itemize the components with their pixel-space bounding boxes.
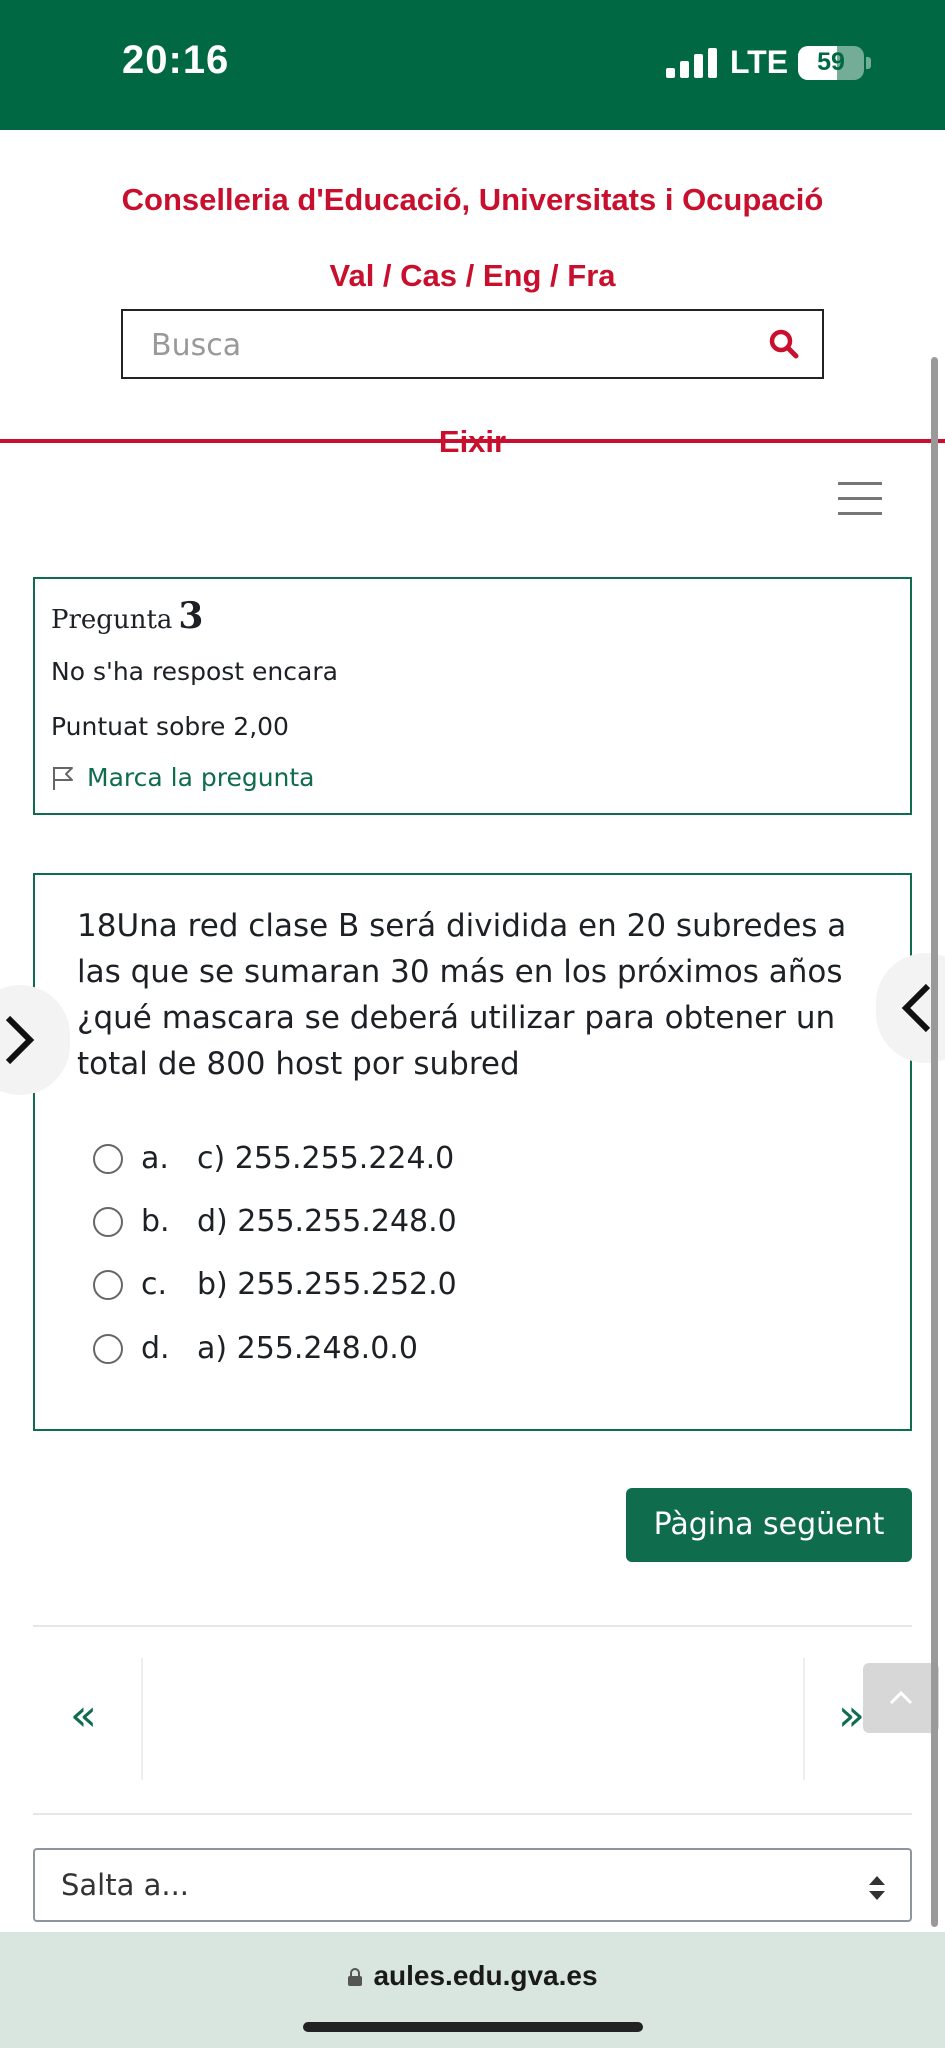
chevron-right-icon (5, 1015, 35, 1065)
back-to-top-button[interactable] (863, 1663, 939, 1733)
option-letter: d. (141, 1331, 170, 1366)
search-box (121, 309, 824, 379)
select-arrows-icon (869, 1876, 885, 1900)
network-type: LTE (730, 44, 789, 80)
flag-icon (53, 766, 73, 790)
battery-level: 59 (817, 48, 845, 76)
search-icon[interactable] (766, 326, 802, 362)
radio-button[interactable] (93, 1206, 123, 1237)
menu-icon[interactable] (838, 480, 882, 516)
option-letter: b. (141, 1204, 170, 1239)
option-text: d) 255.255.248.0 (197, 1204, 457, 1239)
question-heading: Pregunta 3 (51, 595, 203, 637)
divider (803, 1658, 805, 1780)
question-text: 18Una red clase B será dividida en 20 su… (77, 908, 847, 1082)
signal-strength-icon (666, 48, 718, 78)
divider (33, 1625, 912, 1627)
next-page-button[interactable]: Pàgina següent (626, 1488, 912, 1562)
status-bar: 20:16 LTE 59 (0, 0, 945, 130)
question-grade: Puntuat sobre 2,00 (51, 712, 289, 741)
option-text: a) 255.248.0.0 (197, 1331, 418, 1366)
battery-tip (866, 57, 871, 69)
divider (33, 1813, 912, 1815)
question-content-panel: 18Una red clase B será dividida en 20 su… (33, 873, 912, 1431)
scrollbar[interactable] (931, 357, 938, 1927)
url-display[interactable]: aules.edu.gva.es (0, 1960, 945, 1992)
answer-option-b[interactable]: b. d) 255.255.248.0 (93, 1204, 457, 1239)
question-label: Pregunta (51, 605, 173, 635)
search-input[interactable] (151, 323, 751, 367)
language-selector[interactable]: Val / Cas / Eng / Fra (0, 258, 945, 294)
radio-button[interactable] (93, 1143, 123, 1174)
flag-question-label: Marca la pregunta (87, 763, 315, 792)
jump-to-label: Salta a... (61, 1868, 190, 1902)
jump-to-select[interactable]: Salta a... (33, 1848, 912, 1922)
chevron-up-icon (889, 1690, 913, 1705)
question-info-panel: Pregunta 3 No s'ha respost encara Puntuat… (33, 577, 912, 815)
logout-link[interactable]: Eixir (0, 424, 945, 460)
option-text: c) 255.255.224.0 (197, 1141, 455, 1176)
open-left-drawer-button[interactable] (0, 985, 70, 1095)
answer-option-c[interactable]: c. b) 255.255.252.0 (93, 1267, 457, 1302)
lock-icon (348, 1968, 363, 1986)
battery-icon: 59 (798, 46, 864, 80)
option-text: b) 255.255.252.0 (197, 1267, 457, 1302)
clock: 20:16 (122, 38, 230, 82)
radio-button[interactable] (93, 1269, 123, 1300)
answer-option-d[interactable]: d. a) 255.248.0.0 (93, 1331, 418, 1366)
question-number: 3 (178, 595, 204, 637)
flag-question-link[interactable]: Marca la pregunta (51, 763, 315, 792)
answer-option-a[interactable]: a. c) 255.255.224.0 (93, 1141, 454, 1176)
question-status: No s'ha respost encara (51, 657, 338, 686)
last-page-link[interactable]: » (838, 1690, 865, 1741)
first-page-link[interactable]: « (70, 1690, 97, 1741)
org-name-link[interactable]: Conselleria d'Educació, Universitats i O… (0, 182, 945, 218)
browser-address-bar[interactable]: aules.edu.gva.es (0, 1932, 945, 2048)
option-letter: a. (141, 1141, 169, 1176)
radio-button[interactable] (93, 1333, 123, 1364)
url-text: aules.edu.gva.es (373, 1960, 598, 1991)
home-indicator[interactable] (303, 2022, 643, 2032)
option-letter: c. (141, 1267, 168, 1302)
divider (141, 1658, 143, 1780)
